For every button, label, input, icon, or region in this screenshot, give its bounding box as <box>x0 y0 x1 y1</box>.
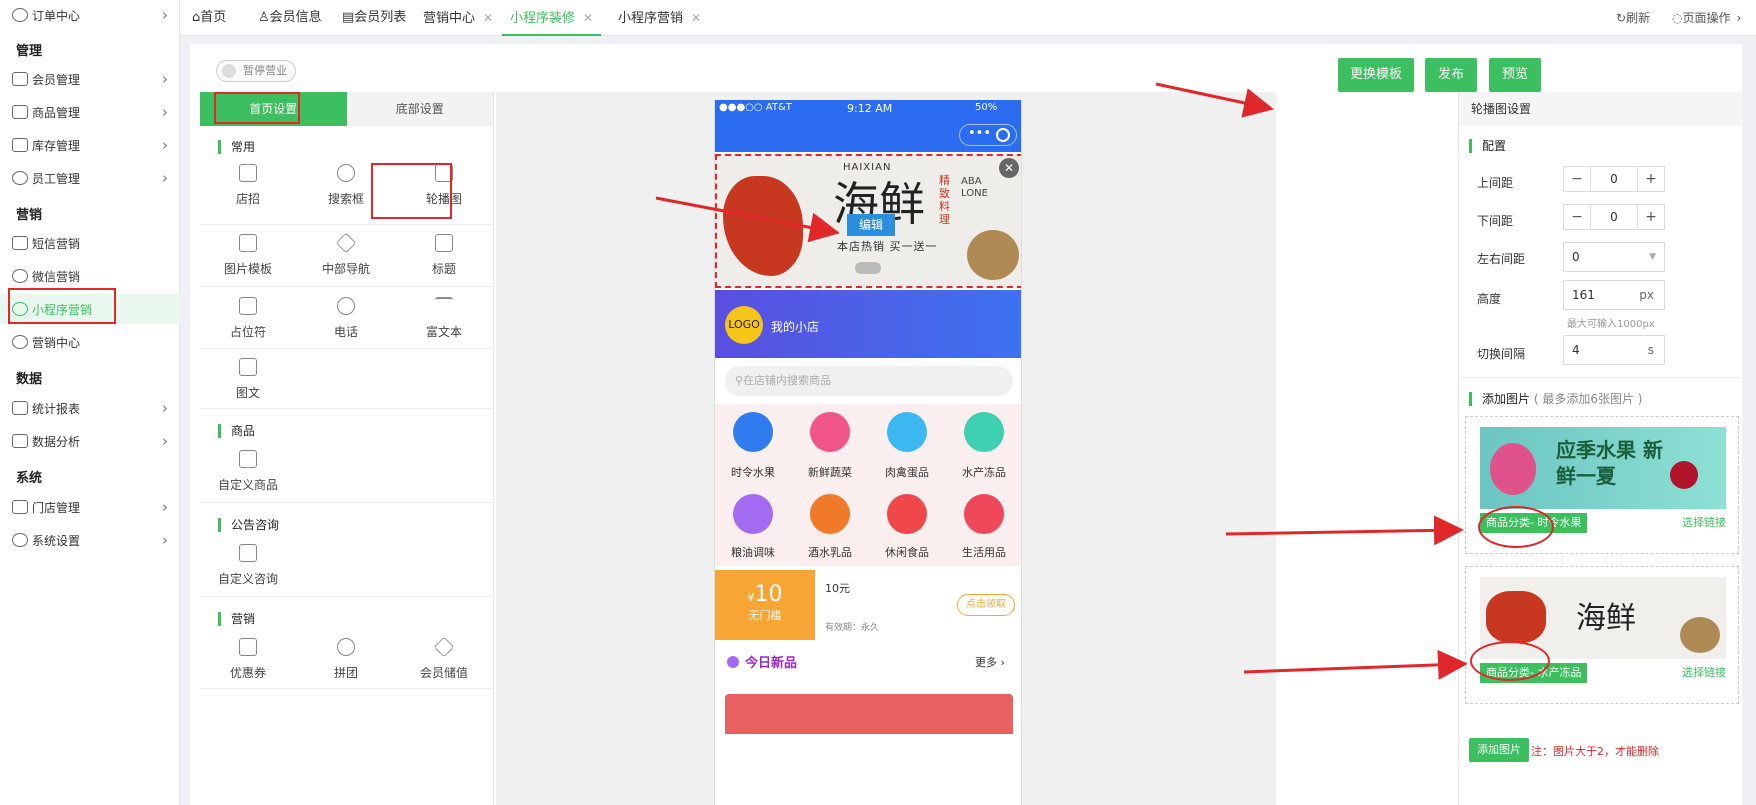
annotation-arrows <box>655 82 1468 680</box>
